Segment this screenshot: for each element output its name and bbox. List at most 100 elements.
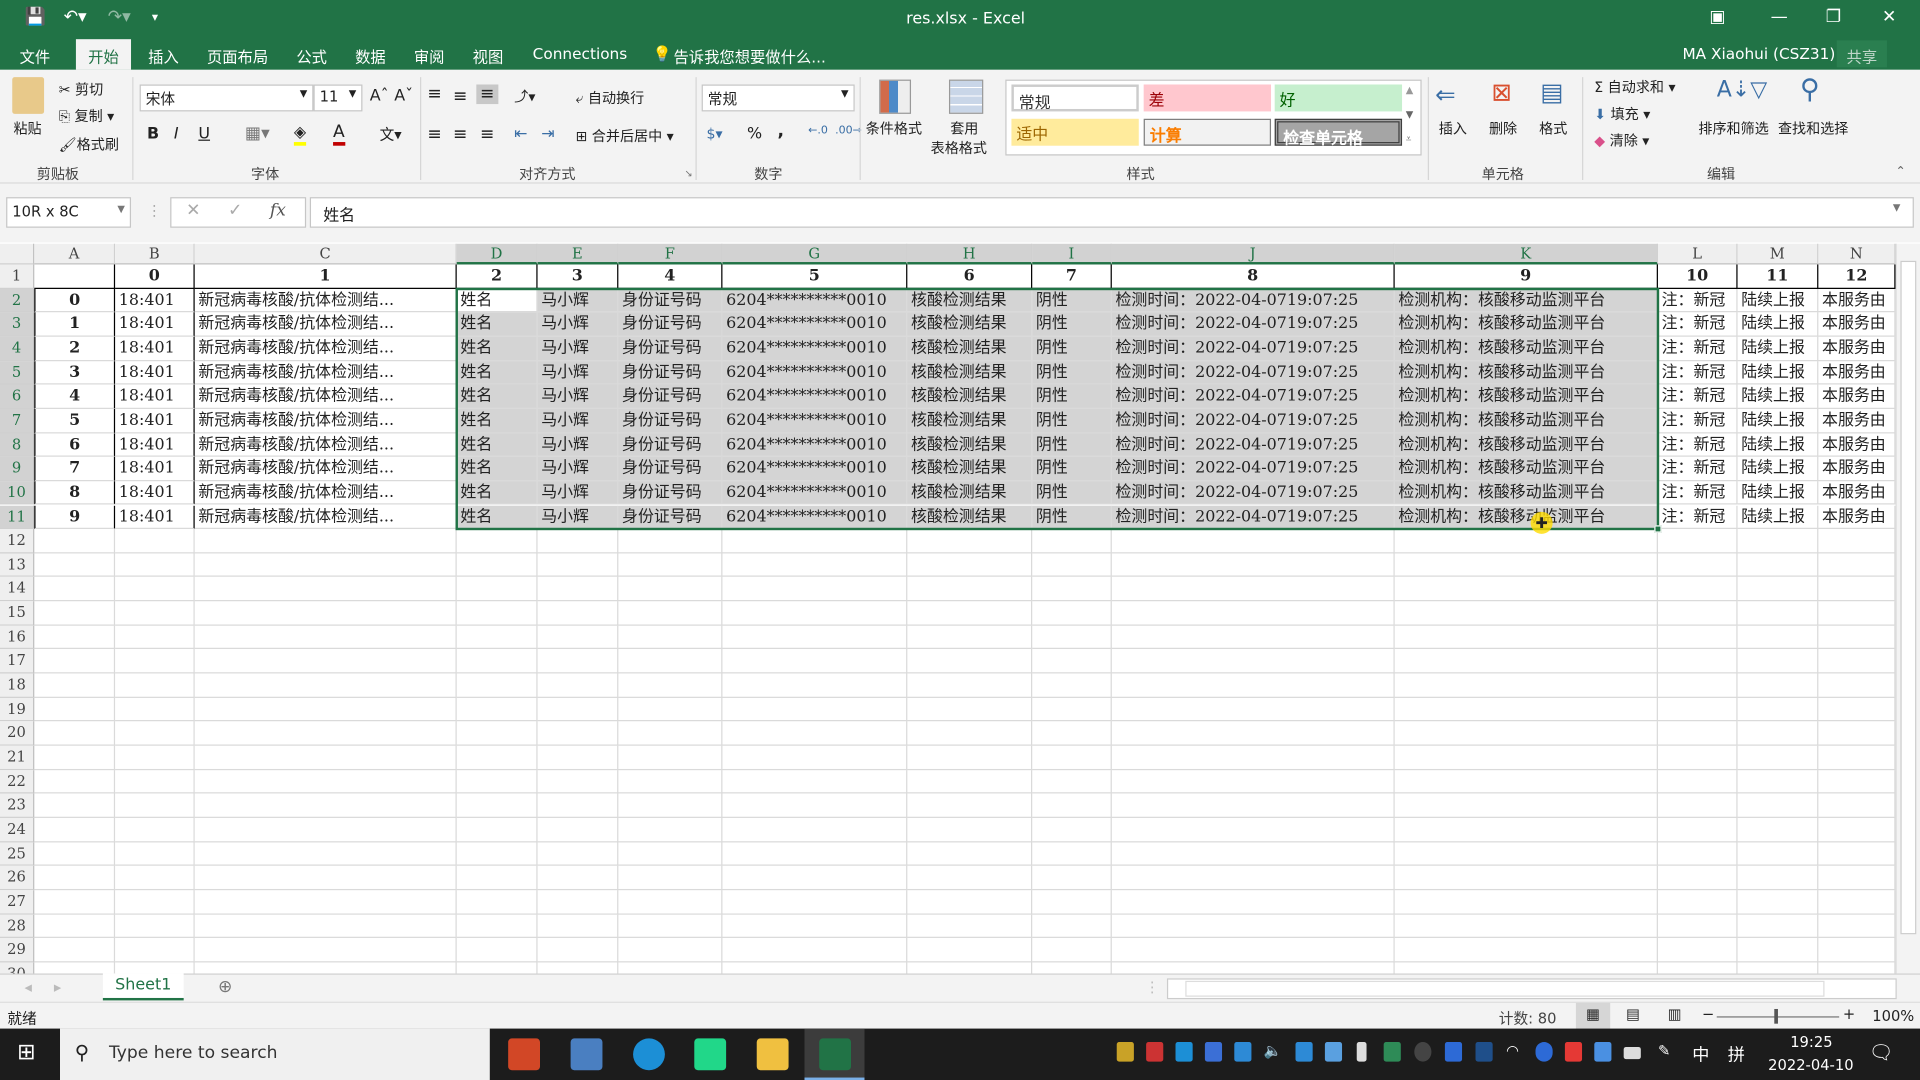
- header-cell[interactable]: 9: [1394, 264, 1658, 289]
- file-explorer-icon[interactable]: [756, 1038, 789, 1071]
- dialog-launcher-icon[interactable]: ↘: [684, 168, 692, 179]
- data-cell[interactable]: 注：新冠: [1657, 360, 1738, 385]
- empty-cell[interactable]: [34, 962, 116, 974]
- empty-cell[interactable]: [456, 890, 538, 915]
- empty-cell[interactable]: [1394, 649, 1658, 674]
- format-cells-button[interactable]: 格式: [1539, 119, 1567, 139]
- empty-cell[interactable]: [1818, 914, 1896, 939]
- horizontal-scrollbar[interactable]: [1166, 978, 1897, 1000]
- empty-cell[interactable]: [722, 601, 908, 626]
- underline-button[interactable]: U: [198, 125, 210, 143]
- data-cell[interactable]: 陆续上报: [1737, 312, 1819, 337]
- copy-button[interactable]: ⎘ 复制 ▾: [59, 107, 114, 127]
- data-cell[interactable]: 姓名: [456, 312, 538, 337]
- drag-handle-icon[interactable]: ⋮: [147, 202, 162, 219]
- header-cell[interactable]: 2: [456, 264, 538, 289]
- align-middle-icon[interactable]: ≡: [453, 87, 467, 107]
- empty-cell[interactable]: [537, 938, 619, 963]
- cell-style-5[interactable]: 检查单元格: [1274, 118, 1403, 148]
- empty-cell[interactable]: [907, 769, 1033, 794]
- empty-cell[interactable]: [456, 745, 538, 770]
- vertical-scrollbar[interactable]: [1895, 243, 1920, 974]
- empty-cell[interactable]: [456, 649, 538, 674]
- empty-cell[interactable]: [1111, 625, 1395, 650]
- empty-cell[interactable]: [1737, 793, 1819, 818]
- tab-1[interactable]: 开始: [75, 39, 132, 70]
- empty-cell[interactable]: [1818, 890, 1896, 915]
- empty-cell[interactable]: [722, 553, 908, 578]
- data-cell[interactable]: 检测时间：2022-04-0719:07:25: [1111, 384, 1395, 409]
- borders-icon[interactable]: ▦▾: [245, 124, 270, 144]
- data-cell[interactable]: 新冠病毒核酸/抗体检测结...: [194, 288, 457, 313]
- empty-cell[interactable]: [722, 649, 908, 674]
- row-header-16[interactable]: 16: [0, 625, 35, 650]
- user-name[interactable]: MA Xiaohui (CSZ31): [1682, 44, 1835, 62]
- data-cell[interactable]: 马小辉: [537, 312, 619, 337]
- empty-cell[interactable]: [1394, 938, 1658, 963]
- data-cell[interactable]: 新冠病毒核酸/抗体检测结...: [194, 408, 457, 433]
- empty-cell[interactable]: [1394, 817, 1658, 842]
- sheet-tab-sheet1[interactable]: Sheet1: [102, 973, 184, 1001]
- data-cell[interactable]: 陆续上报: [1737, 432, 1819, 457]
- empty-cell[interactable]: [34, 529, 116, 554]
- empty-cell[interactable]: [115, 866, 195, 891]
- decrease-font-icon[interactable]: Aˇ: [394, 87, 413, 105]
- data-cell[interactable]: 6204**********0010: [722, 336, 908, 361]
- volume-icon[interactable]: 🔈: [1264, 1042, 1282, 1059]
- data-cell[interactable]: 18:401: [115, 481, 195, 506]
- pycharm-icon[interactable]: [694, 1038, 727, 1071]
- empty-cell[interactable]: [1818, 697, 1896, 722]
- empty-cell[interactable]: [194, 938, 457, 963]
- empty-cell[interactable]: [1737, 649, 1819, 674]
- empty-cell[interactable]: [618, 577, 723, 602]
- empty-cell[interactable]: [1394, 841, 1658, 867]
- empty-cell[interactable]: [1111, 890, 1395, 915]
- data-cell[interactable]: 马小辉: [537, 432, 619, 457]
- empty-cell[interactable]: [907, 793, 1033, 818]
- empty-cell[interactable]: [1737, 817, 1819, 842]
- empty-cell[interactable]: [907, 745, 1033, 770]
- empty-cell[interactable]: [194, 866, 457, 891]
- empty-cell[interactable]: [1818, 769, 1896, 794]
- percent-button[interactable]: %: [747, 125, 762, 143]
- column-header-D[interactable]: D: [456, 243, 538, 265]
- empty-cell[interactable]: [456, 793, 538, 818]
- data-cell[interactable]: 8: [34, 481, 116, 506]
- empty-cell[interactable]: [1032, 721, 1112, 746]
- empty-cell[interactable]: [34, 793, 116, 818]
- empty-cell[interactable]: [1737, 745, 1819, 770]
- empty-cell[interactable]: [722, 962, 908, 974]
- find-select-button[interactable]: 查找和选择: [1778, 119, 1848, 139]
- data-cell[interactable]: 6204**********0010: [722, 432, 908, 457]
- tab-6[interactable]: 审阅: [414, 44, 445, 67]
- data-cell[interactable]: 马小辉: [537, 481, 619, 506]
- empty-cell[interactable]: [1737, 529, 1819, 554]
- column-header-E[interactable]: E: [537, 243, 619, 265]
- empty-cell[interactable]: [1112, 962, 1395, 974]
- data-cell[interactable]: 姓名: [456, 505, 538, 530]
- empty-cell[interactable]: [1111, 673, 1395, 698]
- empty-cell[interactable]: [1032, 866, 1112, 891]
- ribbon-display-icon[interactable]: ▣: [1709, 7, 1725, 27]
- data-cell[interactable]: 5: [34, 408, 116, 433]
- data-cell[interactable]: 3: [34, 360, 116, 385]
- data-cell[interactable]: 姓名: [456, 384, 538, 409]
- empty-cell[interactable]: [722, 769, 908, 794]
- empty-cell[interactable]: [194, 914, 457, 939]
- close-button[interactable]: ✕: [1882, 7, 1896, 27]
- data-cell[interactable]: 本服务由: [1818, 384, 1896, 409]
- empty-cell[interactable]: [1657, 625, 1738, 650]
- row-header-7[interactable]: 7: [0, 408, 35, 433]
- data-cell[interactable]: 6204**********0010: [722, 408, 908, 433]
- data-cell[interactable]: 姓名: [456, 481, 538, 506]
- empty-cell[interactable]: [115, 841, 195, 867]
- header-cell[interactable]: 10: [1657, 264, 1738, 289]
- enter-icon[interactable]: ✓: [228, 201, 242, 221]
- empty-cell[interactable]: [1111, 841, 1395, 867]
- empty-cell[interactable]: [194, 673, 457, 698]
- empty-cell[interactable]: [1111, 601, 1395, 626]
- data-cell[interactable]: 6204**********0010: [722, 481, 908, 506]
- empty-cell[interactable]: [194, 890, 457, 915]
- microphone-icon[interactable]: [1356, 1042, 1367, 1062]
- row-header-2[interactable]: 2: [0, 288, 35, 313]
